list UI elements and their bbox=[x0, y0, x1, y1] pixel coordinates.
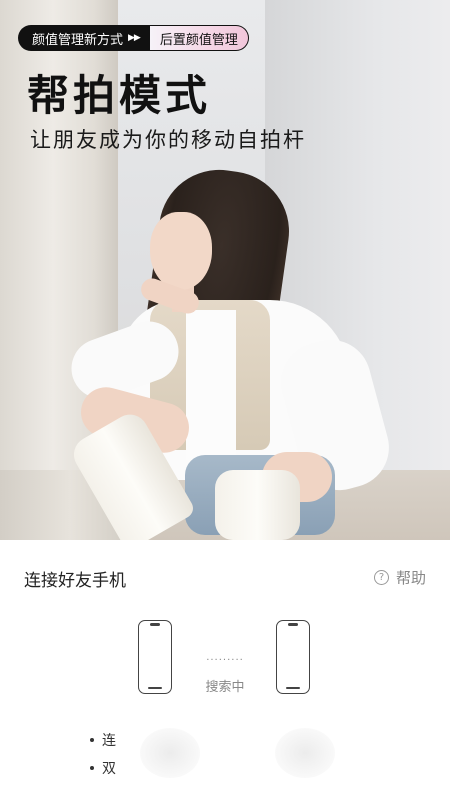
page-subtitle: 让朋友成为你的移动自拍杆 bbox=[30, 128, 306, 152]
hero-banner: 颜值管理新方式 ▶▶ 后置颜值管理 帮拍模式 让朋友成为你的移动自拍杆 bbox=[0, 0, 450, 540]
double-arrow-icon: ▶▶ bbox=[128, 33, 141, 43]
panel-title: 连接好友手机 bbox=[24, 571, 126, 591]
search-status: 搜索中 bbox=[205, 680, 245, 695]
feature-tag: 颜值管理新方式 ▶▶ 后置颜值管理 bbox=[18, 25, 249, 51]
help-label: 帮助 bbox=[395, 569, 426, 587]
transition-overlay bbox=[275, 728, 335, 778]
list-item: 双 bbox=[90, 754, 116, 782]
help-icon: ? bbox=[373, 570, 389, 585]
page-title: 帮拍模式 bbox=[27, 71, 212, 120]
friend-phone-icon bbox=[276, 620, 310, 694]
instruction-text: 连 bbox=[102, 733, 116, 749]
tag-secondary: 后置颜值管理 bbox=[149, 25, 249, 51]
list-item: 连 bbox=[90, 726, 116, 754]
my-phone-icon bbox=[138, 620, 172, 694]
tag-secondary-label: 后置颜值管理 bbox=[159, 32, 238, 48]
help-button[interactable]: ? 帮助 bbox=[373, 567, 426, 588]
instruction-text: 双 bbox=[102, 761, 116, 777]
connection-dots: ········· bbox=[206, 655, 244, 666]
tag-primary-label: 颜值管理新方式 bbox=[32, 32, 124, 48]
transition-overlay bbox=[140, 728, 200, 778]
instruction-list: 连 双 bbox=[90, 726, 116, 782]
tag-primary: 颜值管理新方式 ▶▶ bbox=[18, 25, 150, 51]
connect-panel: 连接好友手机 ? 帮助 ········· 搜索中 连 双 bbox=[0, 540, 450, 800]
